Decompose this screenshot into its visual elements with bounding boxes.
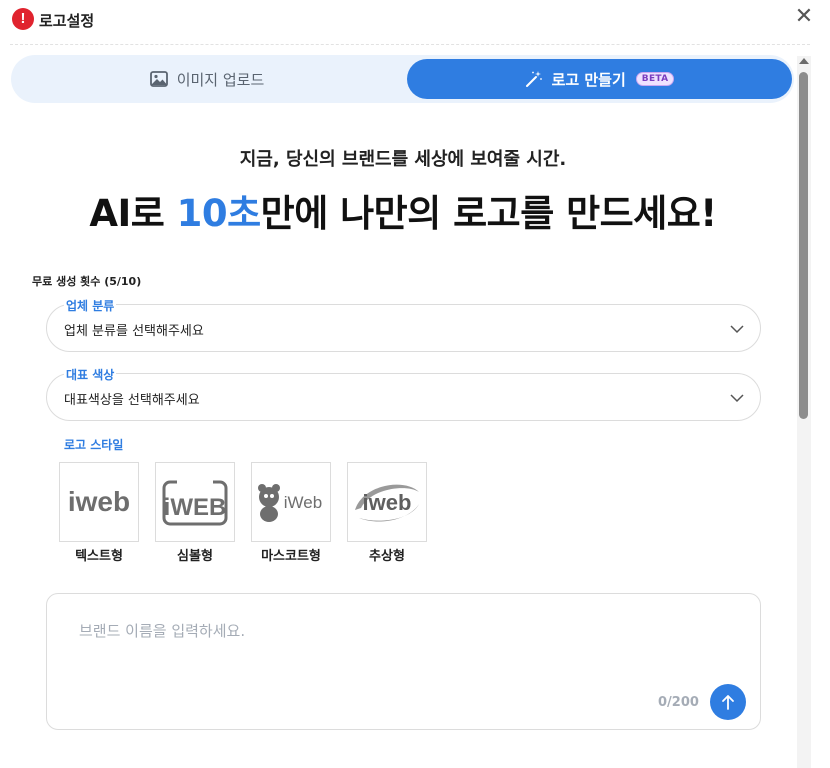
dialog-title: 로고설정 [39,12,95,30]
industry-label: 업체 분류 [64,297,117,314]
style-name-mascot: 마스코트형 [261,549,321,564]
color-select-value: 대표색상을 선택해주세요 [64,393,200,408]
title-divider [10,44,810,45]
mascot-logo-sample: iWeb [258,484,322,522]
free-generation-counter: 무료 생성 횟수 (5/10) [32,275,142,288]
tab-logo-create[interactable]: 로고 만들기 BETA [407,59,792,99]
arrow-up-icon [722,695,734,710]
hero-subheading: 지금, 당신의 브랜드를 세상에 보여줄 시간. [239,149,567,170]
logo-sample-text: iweb [68,486,130,517]
close-button[interactable]: ✕ [792,6,816,30]
logo-sample-text: iWeb [284,493,322,512]
tab-label: 이미지 업로드 [176,70,265,89]
style-name-text: 텍스트형 [75,549,123,564]
scroll-up-arrow-icon[interactable] [799,58,809,64]
logo-sample-text: iweb [363,490,412,515]
headline-prefix: AI로 [89,192,177,235]
magic-wand-icon [525,70,543,88]
mode-tabs: 이미지 업로드 로고 만들기 BETA [11,55,794,103]
beta-badge: BETA [635,72,675,86]
brand-name-input[interactable] [79,622,639,640]
industry-select[interactable]: 업체 분류를 선택해주세요 [46,304,761,352]
tab-image-upload[interactable]: 이미지 업로드 [11,55,403,103]
chevron-down-icon [730,390,744,409]
symbol-logo-sample: iWEB [162,478,228,526]
style-option-symbol[interactable]: iWEB [155,462,235,542]
logo-style-label: 로고 스타일 [64,438,124,452]
headline-highlight: 10초 [176,192,262,235]
text-logo-sample: iweb [68,486,130,517]
brand-name-box: 0/200 [46,593,761,730]
abstract-logo-sample: iweb [355,484,419,522]
image-icon [149,71,168,87]
logo-sample-text: iWEB [164,494,227,521]
hero-headline: AI로 10초만에 나만의 로고를 만드세요! [0,183,806,237]
industry-select-value: 업체 분류를 선택해주세요 [64,324,204,339]
exclamation-icon: ! [12,8,34,30]
scrollbar-thumb[interactable] [799,72,808,419]
chevron-down-icon [730,321,744,340]
style-option-text[interactable]: iweb [59,462,139,542]
tab-label: 로고 만들기 [551,70,626,89]
style-option-mascot[interactable]: iWeb [251,462,331,542]
dialog-titlebar: ! 로고설정 ✕ [0,0,830,44]
style-option-abstract[interactable]: iweb [347,462,427,542]
style-name-symbol: 심볼형 [177,549,213,564]
headline-suffix: 만에 나만의 로고를 만드세요! [260,192,718,235]
char-counter: 0/200 [658,695,699,710]
color-select[interactable]: 대표색상을 선택해주세요 [46,373,761,421]
color-label: 대표 색상 [64,366,117,383]
submit-button[interactable] [710,684,746,720]
style-name-abstract: 추상형 [369,549,405,564]
